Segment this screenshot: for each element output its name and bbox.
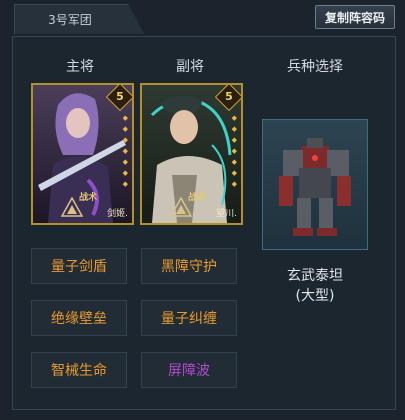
skill-main-2[interactable]: 绝缘壁垒: [31, 300, 127, 336]
general-name: 剑姬.: [107, 209, 128, 219]
troop-select-title: 兵种选择: [287, 59, 343, 75]
troop-name-block: 玄武泰坦 (大型): [262, 266, 368, 306]
diamond-icons: ◆ ◆ ◆ ◆ ◆ ◆ ◆: [122, 114, 128, 188]
vice-general-title: 副将: [176, 59, 204, 75]
team-tab[interactable]: 3号军团: [14, 4, 144, 34]
general-name: 望川.: [216, 209, 237, 219]
troop-name: 玄武泰坦: [287, 268, 343, 284]
troop-card[interactable]: [262, 119, 368, 250]
tactic-label: 战术: [79, 193, 98, 203]
troop-size: (大型): [295, 288, 335, 304]
skill-vice-2[interactable]: 量子纠缠: [141, 300, 237, 336]
copy-lineup-code-button[interactable]: 复制阵容码: [315, 5, 395, 29]
main-general-card[interactable]: 5 ◆ ◆ ◆ ◆ ◆ ◆ ◆ 战术 剑姬.: [31, 83, 134, 225]
main-general-title: 主将: [66, 59, 94, 75]
skill-main-3[interactable]: 智械生命: [31, 352, 127, 388]
diamond-icons: ◆ ◆ ◆ ◆ ◆ ◆ ◆: [231, 114, 237, 188]
skill-main-1[interactable]: 量子剑盾: [31, 248, 127, 284]
mech-titan-icon: [279, 138, 351, 236]
star-level: 5: [116, 90, 124, 103]
team-tab-label: 3号军团: [48, 13, 92, 27]
skill-vice-3[interactable]: 屏障波: [141, 352, 237, 388]
vice-general-card[interactable]: 5 ◆ ◆ ◆ ◆ ◆ ◆ ◆ 战术 望川.: [140, 83, 243, 225]
star-level: 5: [225, 90, 233, 103]
tactic-label: 战术: [188, 193, 207, 203]
skill-vice-1[interactable]: 黑障守护: [141, 248, 237, 284]
